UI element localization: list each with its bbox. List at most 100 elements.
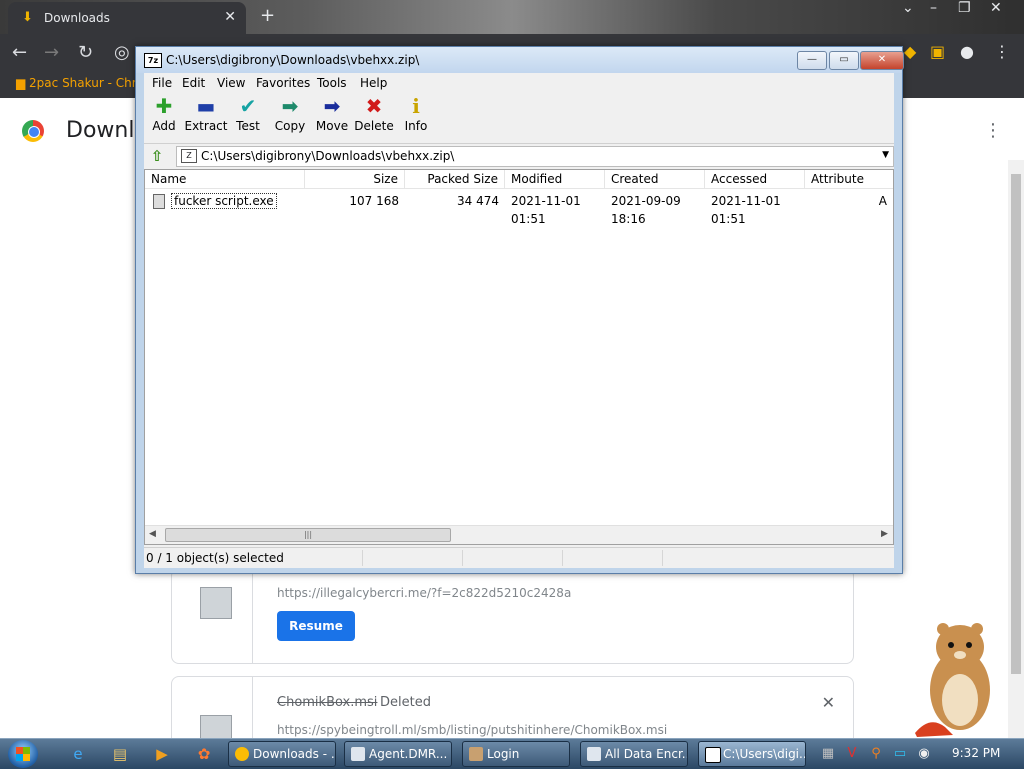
extension-icon-2[interactable]: ▣ [930, 42, 945, 61]
scrollbar-thumb[interactable] [1011, 174, 1021, 674]
add-button[interactable]: ✚ Add [142, 95, 186, 141]
menu-edit[interactable]: Edit [182, 76, 205, 90]
move-button[interactable]: ➡ Move [310, 95, 354, 141]
start-button[interactable] [8, 740, 38, 768]
toolbar: ✚ Add ▬ Extract ✔ Test ➡ Copy ➡ Move ✖ D… [144, 93, 894, 144]
window-icon [587, 747, 601, 761]
internet-explorer-icon[interactable]: e [68, 744, 88, 764]
task-7zip[interactable]: C:\Users\digi... [698, 741, 806, 767]
resume-button[interactable]: Resume [277, 611, 355, 641]
extract-button[interactable]: ▬ Extract [184, 95, 228, 141]
copy-button[interactable]: ➡ Copy [268, 95, 312, 141]
file-accessed: 2021-11-01 01:51 [711, 194, 781, 226]
back-icon[interactable]: ← [12, 42, 27, 63]
app-icon[interactable]: ✿ [194, 744, 214, 764]
extension-icon[interactable]: ◆ [904, 42, 916, 61]
column-created[interactable]: Created [605, 170, 705, 188]
menu-favorites[interactable]: Favorites [256, 76, 310, 90]
tray-v-icon[interactable]: V [844, 746, 860, 762]
login-icon [469, 747, 483, 761]
new-tab-button[interactable]: + [260, 5, 275, 26]
horizontal-scrollbar[interactable]: ◀ ||| ▶ [145, 525, 893, 544]
tab-downloads[interactable]: ⬇ Downloads ✕ [8, 2, 246, 34]
column-packed-size[interactable]: Packed Size [405, 170, 505, 188]
minimize-button[interactable]: – [930, 0, 937, 16]
chrome-tabstrip: ⬇ Downloads ✕ + ⌄ – ❐ ✕ [0, 0, 1024, 34]
tray-search-icon[interactable]: ⚲ [868, 746, 884, 762]
column-header: Name Size Packed Size Modified Created A… [145, 170, 893, 189]
test-button[interactable]: ✔ Test [226, 95, 270, 141]
reload-icon[interactable]: ↻ [78, 42, 93, 63]
more-options-icon[interactable]: ⋮ [984, 120, 1002, 141]
folder-up-icon[interactable]: ⇧ [148, 147, 166, 165]
delete-icon: ✖ [365, 94, 383, 118]
copy-icon: ➡ [281, 94, 299, 118]
file-name[interactable]: fucker script.exe [171, 193, 277, 209]
task-downloads[interactable]: Downloads - ... [228, 741, 336, 767]
window-titlebar[interactable]: 7z C:\Users\digibrony\Downloads\vbehxx.z… [136, 47, 904, 73]
download-card: https://illegalcybercri.me/?f=2c822d5210… [171, 568, 854, 664]
menu-tools[interactable]: Tools [317, 76, 347, 90]
status-divider [562, 550, 563, 566]
scroll-right-icon[interactable]: ▶ [881, 529, 888, 539]
page-scrollbar[interactable] [1008, 160, 1024, 738]
add-icon: ✚ [155, 94, 173, 118]
status-divider [662, 550, 663, 566]
menu-help[interactable]: Help [360, 76, 387, 90]
path-input[interactable]: Z C:\Users\digibrony\Downloads\vbehxx.zi… [176, 146, 894, 167]
menu-file[interactable]: File [152, 76, 172, 90]
windows-logo-icon [16, 747, 30, 761]
menu-bar: File Edit View Favorites Tools Help [144, 73, 894, 93]
maximize-button[interactable]: ▭ [829, 51, 859, 70]
bookmark-icon: ▆ [16, 76, 30, 90]
column-name[interactable]: Name [145, 170, 305, 188]
remove-download-icon[interactable]: ✕ [822, 693, 835, 712]
menu-icon[interactable]: ⋮ [994, 42, 1010, 61]
tray-app-icon[interactable]: ▦ [820, 746, 836, 762]
download-url[interactable]: https://illegalcybercri.me/?f=2c822d5210… [277, 586, 571, 600]
dropdown-arrow-icon[interactable]: ▼ [882, 150, 889, 160]
status-divider [462, 550, 463, 566]
task-login[interactable]: Login [462, 741, 570, 767]
file-size: 107 168 [349, 194, 399, 208]
extract-icon: ▬ [196, 94, 216, 118]
profile-icon[interactable]: ● [960, 42, 974, 61]
table-row[interactable]: fucker script.exe 107 168 34 474 2021-11… [145, 192, 893, 226]
window-icon [351, 747, 365, 761]
column-attributes[interactable]: Attribute [805, 170, 893, 188]
7zip-icon [705, 747, 721, 763]
task-all-data[interactable]: All Data Encr... [580, 741, 688, 767]
file-explorer-icon[interactable]: ▤ [110, 744, 130, 764]
tab-close-button[interactable]: ✕ [224, 9, 236, 25]
tray-volume-icon[interactable]: ◉ [916, 746, 932, 762]
info-icon: i [412, 94, 420, 118]
7zip-window: 7z C:\Users\digibrony\Downloads\vbehxx.z… [135, 46, 904, 574]
download-url[interactable]: https://spybeingtroll.ml/smb/listing/put… [277, 723, 667, 737]
close-button[interactable]: ✕ [990, 0, 1002, 16]
file-created: 2021-09-09 18:16 [611, 194, 681, 226]
column-accessed[interactable]: Accessed [705, 170, 805, 188]
file-packed-size: 34 474 [457, 194, 499, 208]
test-icon: ✔ [239, 94, 257, 118]
file-list: Name Size Packed Size Modified Created A… [144, 169, 894, 545]
scrollbar-thumb[interactable]: ||| [165, 528, 451, 542]
column-size[interactable]: Size [305, 170, 405, 188]
tray-monitor-icon[interactable]: ▭ [892, 746, 908, 762]
delete-button[interactable]: ✖ Delete [352, 95, 396, 141]
7zip-app-icon: 7z [144, 53, 162, 68]
menu-view[interactable]: View [217, 76, 245, 90]
scroll-left-icon[interactable]: ◀ [149, 529, 156, 539]
clock[interactable]: 9:32 PM [952, 746, 1000, 760]
media-player-icon[interactable]: ▶ [152, 744, 172, 764]
download-icon: ⬇ [22, 10, 33, 25]
chevron-down-icon[interactable]: ⌄ [902, 0, 914, 16]
close-button[interactable]: ✕ [860, 51, 904, 70]
forward-icon[interactable]: → [44, 42, 59, 63]
info-button[interactable]: i Info [394, 95, 438, 141]
status-divider [362, 550, 363, 566]
bookmark-item[interactable]: ▆ 2pac Shakur - Chro [16, 76, 144, 90]
task-agent[interactable]: Agent.DMR... [344, 741, 452, 767]
column-modified[interactable]: Modified [505, 170, 605, 188]
restore-button[interactable]: ❐ [958, 0, 971, 16]
minimize-button[interactable]: — [797, 51, 827, 70]
